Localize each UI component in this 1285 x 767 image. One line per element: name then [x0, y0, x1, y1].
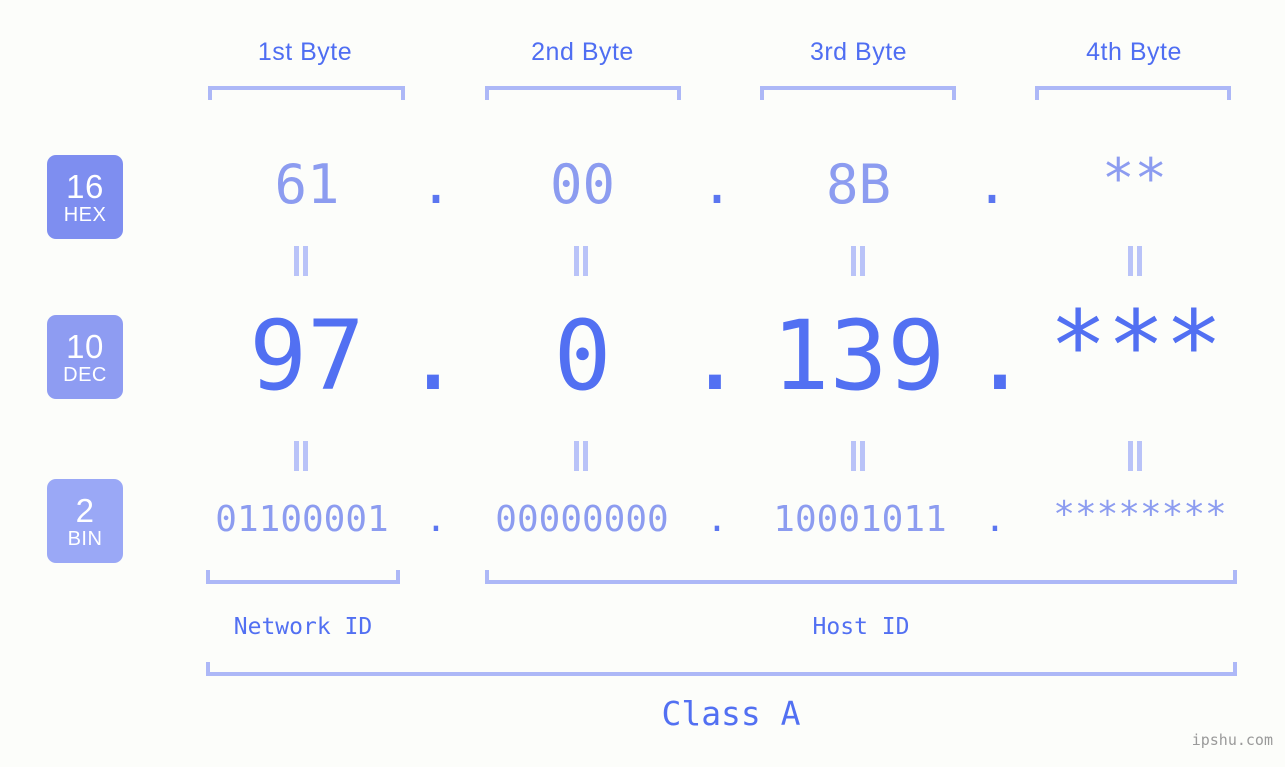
- dec-separator-3: .: [971, 300, 1029, 412]
- base-badge-hex[interactable]: 16 HEX: [47, 155, 123, 239]
- host-id-bracket: [485, 570, 1237, 584]
- equality-mark-dec-bin-3: [848, 441, 868, 471]
- base-badge-dec-abbr: DEC: [63, 363, 107, 386]
- base-badge-hex-number: 16: [66, 167, 104, 205]
- byte-bracket-top-4: [1035, 86, 1231, 100]
- dec-separator-2: .: [686, 300, 744, 412]
- byte-bracket-top-2: [485, 86, 681, 100]
- byte-header-label-4: 4th Byte: [1086, 38, 1182, 66]
- dec-byte-1-value: 97: [249, 300, 365, 412]
- hex-separator-2: .: [700, 153, 734, 216]
- base-badge-dec-number: 10: [66, 327, 104, 365]
- ip-byte-breakdown-diagram: 1st Byte 2nd Byte 3rd Byte 4th Byte 16 H…: [0, 0, 1285, 767]
- bin-byte-2-value: 00000000: [495, 499, 669, 540]
- base-badge-bin[interactable]: 2 BIN: [47, 479, 123, 563]
- bin-byte-1-value: 01100001: [215, 499, 389, 540]
- network-id-label: Network ID: [233, 614, 373, 640]
- equality-mark-dec-bin-2: [571, 441, 591, 471]
- dec-byte-4-value: ***: [1049, 290, 1223, 402]
- bin-byte-4-value: ********: [1053, 494, 1227, 535]
- bin-separator-3: .: [984, 499, 1006, 540]
- hex-byte-2-value: 00: [549, 153, 616, 216]
- bin-separator-2: .: [706, 499, 728, 540]
- host-id-label: Host ID: [812, 614, 910, 640]
- dec-byte-3-value: 139: [771, 300, 946, 412]
- hex-separator-1: .: [419, 153, 453, 216]
- equality-mark-hex-dec-2: [571, 246, 591, 276]
- bin-separator-1: .: [425, 499, 447, 540]
- byte-header-label-3: 3rd Byte: [809, 38, 908, 66]
- site-watermark: ipshu.com: [1191, 731, 1273, 749]
- hex-byte-1-value: 61: [274, 153, 340, 216]
- base-badge-bin-abbr: BIN: [67, 527, 103, 550]
- byte-header-label-1: 1st Byte: [257, 38, 353, 66]
- equality-mark-hex-dec-1: [291, 246, 311, 276]
- base-badge-dec[interactable]: 10 DEC: [47, 315, 123, 399]
- byte-bracket-top-3: [760, 86, 956, 100]
- base-badge-bin-number: 2: [75, 491, 95, 529]
- equality-mark-dec-bin-1: [291, 441, 311, 471]
- hex-separator-3: .: [975, 153, 1009, 216]
- byte-header-label-2: 2nd Byte: [531, 38, 634, 66]
- byte-bracket-top-1: [208, 86, 405, 100]
- class-bracket: [206, 662, 1237, 676]
- network-id-bracket: [206, 570, 400, 584]
- base-badge-hex-abbr: HEX: [63, 203, 107, 226]
- hex-byte-3-value: 8B: [825, 153, 892, 216]
- bin-byte-3-value: 10001011: [773, 499, 947, 540]
- equality-mark-hex-dec-3: [848, 246, 868, 276]
- equality-mark-hex-dec-4: [1125, 246, 1145, 276]
- class-label: Class A: [661, 694, 801, 733]
- hex-byte-4-value: **: [1101, 147, 1168, 210]
- dec-separator-1: .: [404, 300, 462, 412]
- equality-mark-dec-bin-4: [1125, 441, 1145, 471]
- dec-byte-2-value: 0: [553, 300, 612, 412]
